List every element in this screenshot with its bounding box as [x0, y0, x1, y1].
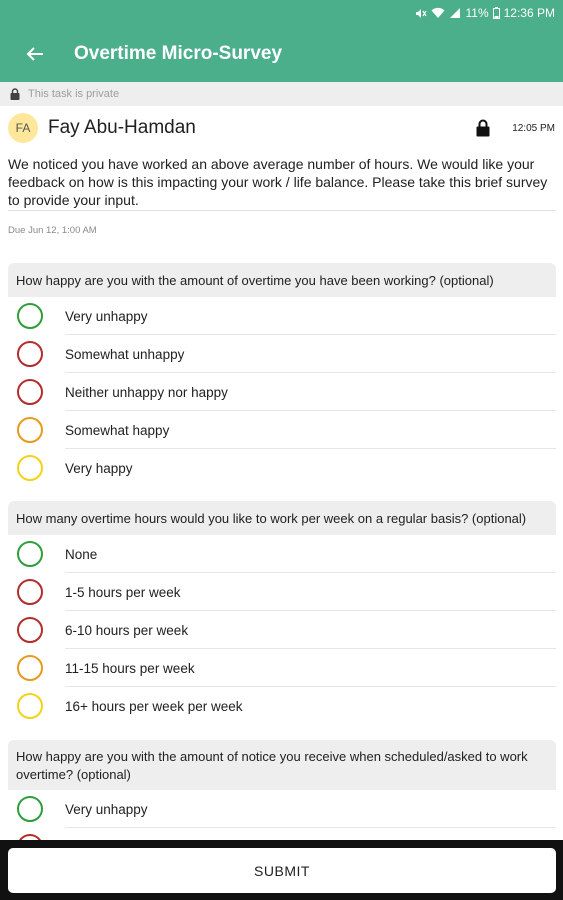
option-label: Neither unhappy nor happy: [65, 384, 228, 400]
status-time: 12:36 PM: [503, 6, 555, 20]
radio-button[interactable]: [17, 417, 43, 443]
radio-button[interactable]: [17, 455, 43, 481]
radio-button[interactable]: [17, 693, 43, 719]
option-row[interactable]: Neither unhappy nor happy: [8, 373, 556, 411]
option-row[interactable]: Somewhat happy: [8, 411, 556, 449]
question-card: How many overtime hours would you like t…: [8, 501, 556, 725]
private-banner-text: This task is private: [28, 88, 120, 100]
radio-button[interactable]: [17, 379, 43, 405]
bottom-bar: SUBMIT: [0, 840, 563, 900]
question-text: How happy are you with the amount of ove…: [8, 263, 556, 297]
battery-percent: 11%: [465, 6, 489, 20]
author-name: Fay Abu-Hamdan: [48, 117, 196, 138]
option-label: Somewhat unhappy: [65, 346, 185, 362]
option-row[interactable]: 1-5 hours per week: [8, 573, 556, 611]
wifi-icon: [431, 7, 445, 18]
private-banner: This task is private: [0, 82, 563, 106]
option-row[interactable]: 6-10 hours per week: [8, 611, 556, 649]
battery-icon: [492, 7, 500, 19]
option-label: Very unhappy: [65, 801, 148, 817]
back-arrow-icon: [26, 47, 43, 61]
option-label: 16+ hours per week per week: [65, 698, 243, 714]
option-label: 11-15 hours per week: [65, 660, 195, 676]
status-bar: 11% 12:36 PM: [414, 4, 555, 22]
submit-button[interactable]: SUBMIT: [8, 848, 556, 893]
toolbar: Overtime Micro-Survey: [0, 30, 563, 78]
page-title: Overtime Micro-Survey: [74, 43, 283, 64]
radio-button[interactable]: [17, 341, 43, 367]
post-time: 12:05 PM: [512, 122, 555, 134]
option-row[interactable]: Somewhat unhappy: [8, 335, 556, 373]
due-date: Due Jun 12, 1:00 AM: [8, 225, 97, 236]
option-label: None: [65, 546, 98, 562]
option-row[interactable]: Very unhappy: [8, 790, 556, 828]
option-label: 1-5 hours per week: [65, 584, 181, 600]
question-text: How happy are you with the amount of not…: [8, 740, 556, 790]
question-card: How happy are you with the amount of ove…: [8, 263, 556, 487]
lock-icon: [10, 88, 20, 100]
avatar: FA: [8, 113, 38, 143]
lock-icon: [476, 119, 490, 137]
option-label: Somewhat happy: [65, 422, 170, 438]
radio-button[interactable]: [17, 541, 43, 567]
divider: [8, 210, 556, 211]
question-text: How many overtime hours would you like t…: [8, 501, 556, 535]
option-label: Very happy: [65, 460, 133, 476]
radio-button[interactable]: [17, 579, 43, 605]
option-label: Very unhappy: [65, 308, 148, 324]
radio-button[interactable]: [17, 617, 43, 643]
option-row[interactable]: 16+ hours per week per week: [8, 687, 556, 725]
option-row[interactable]: None: [8, 535, 556, 573]
radio-button[interactable]: [17, 303, 43, 329]
option-row[interactable]: Very unhappy: [8, 297, 556, 335]
task-header: FA Fay Abu-Hamdan 12:05 PM: [0, 108, 563, 148]
radio-button[interactable]: [17, 796, 43, 822]
back-button[interactable]: [8, 30, 62, 78]
option-row[interactable]: 11-15 hours per week: [8, 649, 556, 687]
mute-icon: [416, 8, 427, 18]
task-description: We noticed you have worked an above aver…: [8, 156, 548, 208]
option-row[interactable]: Very happy: [8, 449, 556, 487]
radio-button[interactable]: [17, 655, 43, 681]
option-label: 6-10 hours per week: [65, 622, 189, 638]
app-bar: 11% 12:36 PM Overtime Micro-Survey: [0, 0, 563, 82]
signal-icon: [450, 8, 461, 18]
